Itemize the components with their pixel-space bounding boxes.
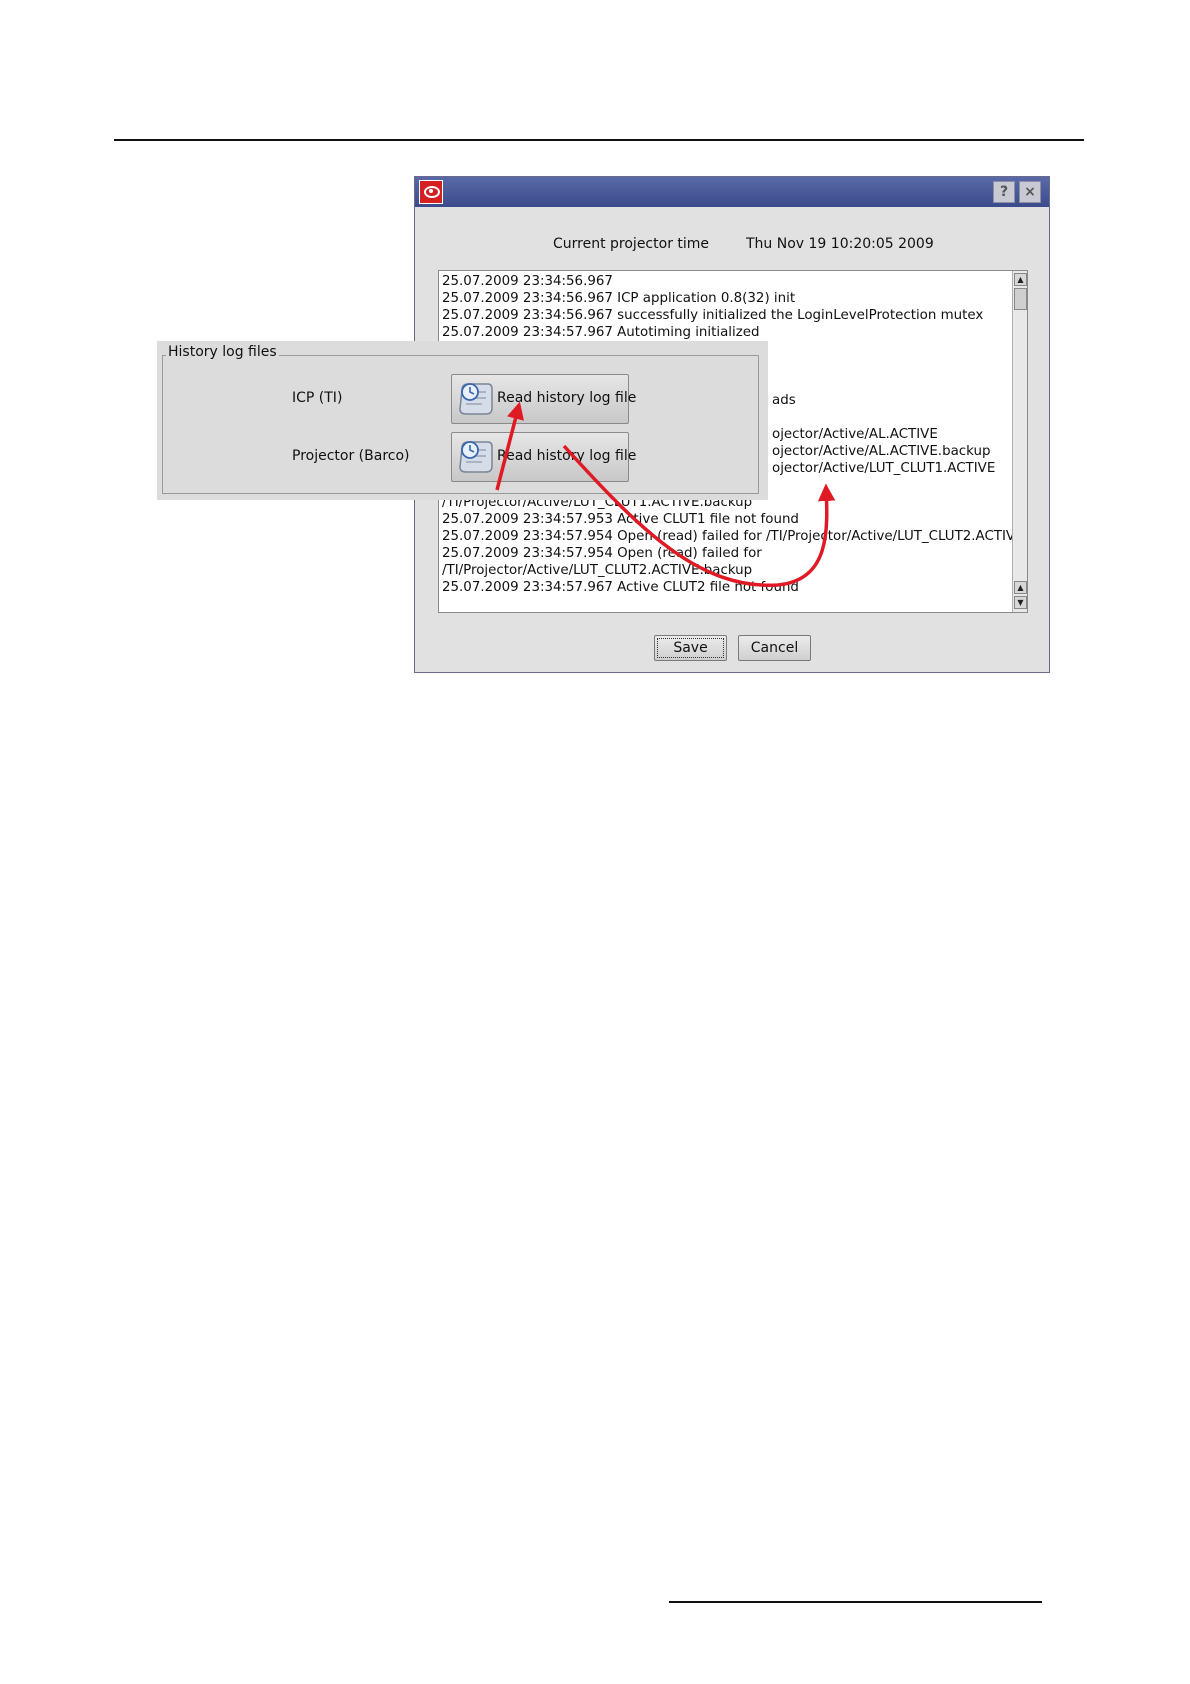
scroll-up-icon[interactable]: ▲ bbox=[1014, 273, 1027, 286]
scroll-clock-icon bbox=[459, 441, 493, 473]
history-group-title: History log files bbox=[166, 344, 279, 360]
log-line: ojector/Active/AL.ACTIVE bbox=[772, 427, 938, 442]
log-line: 25.07.2009 23:34:56.967 bbox=[442, 274, 613, 289]
log-line: 25.07.2009 23:34:57.967 Active CLUT2 fil… bbox=[442, 580, 799, 595]
log-line: 25.07.2009 23:34:57.954 Open (read) fail… bbox=[442, 546, 762, 561]
log-line: 25.07.2009 23:34:57.954 Open (read) fail… bbox=[442, 529, 1024, 544]
log-line: 25.07.2009 23:34:56.967 ICP application … bbox=[442, 291, 796, 306]
log-scrollbar[interactable]: ▲ ▲ ▼ bbox=[1012, 271, 1027, 612]
close-button[interactable]: × bbox=[1019, 181, 1041, 203]
save-button[interactable]: Save bbox=[654, 635, 727, 661]
top-rule bbox=[114, 139, 1084, 141]
icp-label: ICP (TI) bbox=[292, 390, 343, 406]
log-line: ads bbox=[772, 393, 796, 408]
scroll-up-icon[interactable]: ▲ bbox=[1014, 581, 1027, 594]
scroll-clock-icon bbox=[459, 383, 493, 415]
read-button-label: Read history log file bbox=[497, 390, 637, 406]
time-label: Current projector time bbox=[553, 236, 710, 252]
history-log-panel: History log files ICP (TI) Read history … bbox=[157, 341, 768, 500]
barco-label: Projector (Barco) bbox=[292, 448, 410, 464]
cancel-button[interactable]: Cancel bbox=[738, 635, 811, 661]
title-bar[interactable]: ? × bbox=[415, 177, 1049, 207]
help-button[interactable]: ? bbox=[993, 181, 1015, 203]
scroll-thumb[interactable] bbox=[1014, 288, 1027, 310]
time-value: Thu Nov 19 10:20:05 2009 bbox=[746, 236, 934, 252]
read-barco-history-button[interactable]: Read history log file bbox=[451, 432, 636, 482]
bottom-rule bbox=[669, 1601, 1042, 1603]
log-line: ojector/Active/AL.ACTIVE.backup bbox=[772, 444, 991, 459]
log-line: 25.07.2009 23:34:56.967 successfully ini… bbox=[442, 308, 984, 323]
read-icp-history-button[interactable]: Read history log file bbox=[451, 374, 636, 424]
log-line: 25.07.2009 23:34:57.953 Active CLUT1 fil… bbox=[442, 512, 799, 527]
read-button-label: Read history log file bbox=[497, 448, 637, 464]
log-line: ojector/Active/LUT_CLUT1.ACTIVE bbox=[772, 461, 996, 476]
scroll-down-icon[interactable]: ▼ bbox=[1014, 596, 1027, 609]
log-line: /TI/Projector/Active/LUT_CLUT2.ACTIVE.ba… bbox=[442, 563, 753, 578]
log-line: 25.07.2009 23:34:57.967 Autotiming initi… bbox=[442, 325, 760, 340]
projector-app-icon bbox=[419, 180, 443, 204]
